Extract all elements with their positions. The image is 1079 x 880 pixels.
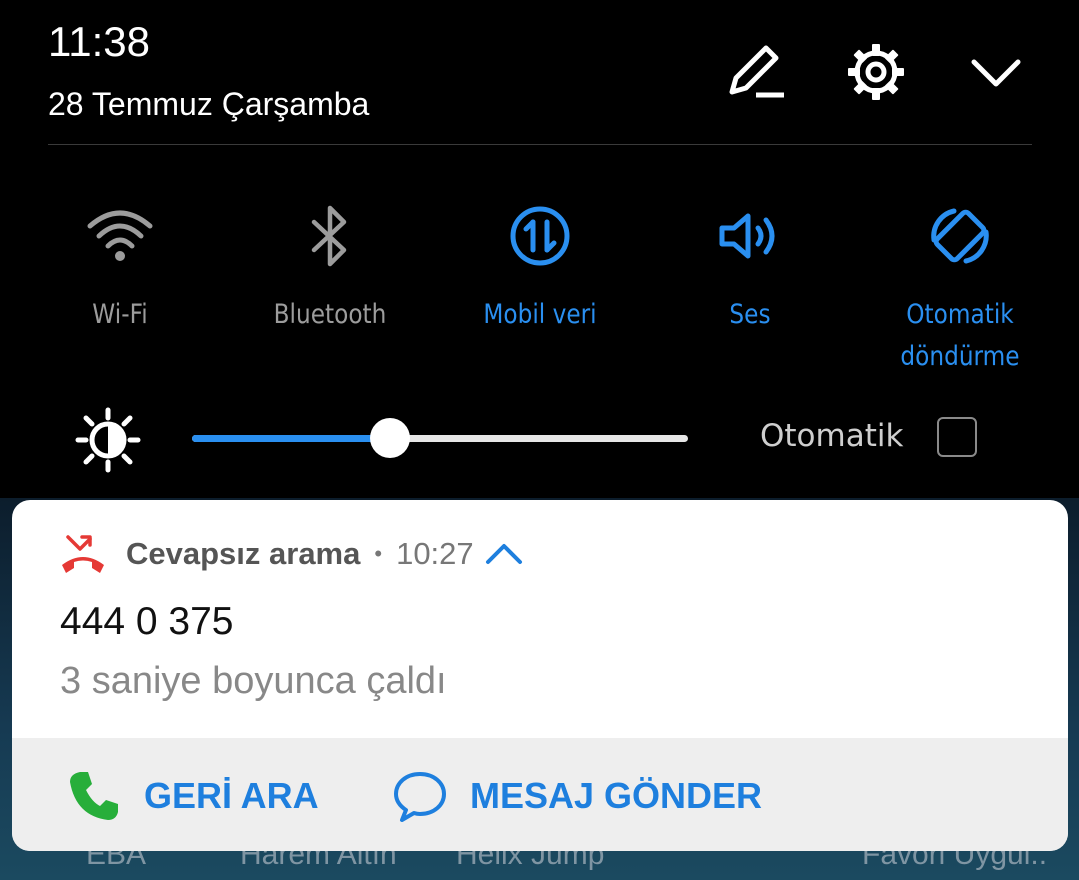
call-back-label: GERİ ARA <box>144 775 319 816</box>
missed-call-icon <box>62 535 104 573</box>
app-name: Cevapsız arama <box>126 536 361 571</box>
phone-icon <box>70 772 118 820</box>
tile-bluetooth[interactable]: Bluetooth <box>240 200 420 336</box>
tile-label: Mobil veri <box>483 299 597 330</box>
settings-icon[interactable] <box>844 40 908 104</box>
tile-label-line2: döndürme <box>900 341 1020 372</box>
tile-label: Otomatik döndürme <box>883 294 1038 378</box>
auto-rotate-icon <box>924 200 996 272</box>
tile-wifi[interactable]: Wi-Fi <box>30 200 210 336</box>
send-message-label: MESAJ GÖNDER <box>470 775 763 816</box>
auto-brightness-label: Otomatik <box>760 418 904 454</box>
notification-time: 10:27 <box>396 536 474 571</box>
caller-number: 444 0 375 <box>60 600 234 643</box>
send-message-button[interactable]: MESAJ GÖNDER <box>392 768 762 824</box>
notification-header: Cevapsız arama • 10:27 <box>60 530 526 578</box>
notification-detail: 3 saniye boyunca çaldı <box>60 660 447 702</box>
brightness-slider[interactable] <box>192 418 688 458</box>
notification-actions: GERİ ARA MESAJ GÖNDER <box>12 738 1068 851</box>
call-back-button[interactable]: GERİ ARA <box>66 768 319 824</box>
tile-label: Ses <box>729 299 771 330</box>
wifi-icon <box>84 200 156 272</box>
brightness-icon <box>74 406 142 474</box>
tile-label: Wi-Fi <box>92 299 148 330</box>
separator-dot: • <box>374 541 383 566</box>
mobile-data-icon <box>504 200 576 272</box>
auto-brightness-checkbox[interactable] <box>937 417 977 457</box>
bluetooth-icon <box>294 200 366 272</box>
header-divider <box>48 144 1032 145</box>
tile-mobile-data[interactable]: Mobil veri <box>450 200 630 336</box>
tile-auto-rotate[interactable]: Otomatik döndürme <box>870 200 1050 378</box>
slider-fill <box>192 435 391 442</box>
clock: 11:38 <box>48 18 150 65</box>
chevron-up-icon[interactable] <box>482 532 526 576</box>
sound-icon <box>714 200 786 272</box>
tile-sound[interactable]: Ses <box>660 200 840 336</box>
tile-label-line1: Otomatik <box>906 299 1014 330</box>
edit-icon[interactable] <box>722 40 786 104</box>
tile-label: Bluetooth <box>273 299 387 330</box>
collapse-icon[interactable] <box>964 40 1028 104</box>
date: 28 Temmuz Çarşamba <box>48 86 370 122</box>
missed-call-notification[interactable]: Cevapsız arama • 10:27 444 0 375 3 saniy… <box>12 500 1068 851</box>
message-icon <box>394 772 446 822</box>
slider-thumb[interactable] <box>370 418 411 458</box>
